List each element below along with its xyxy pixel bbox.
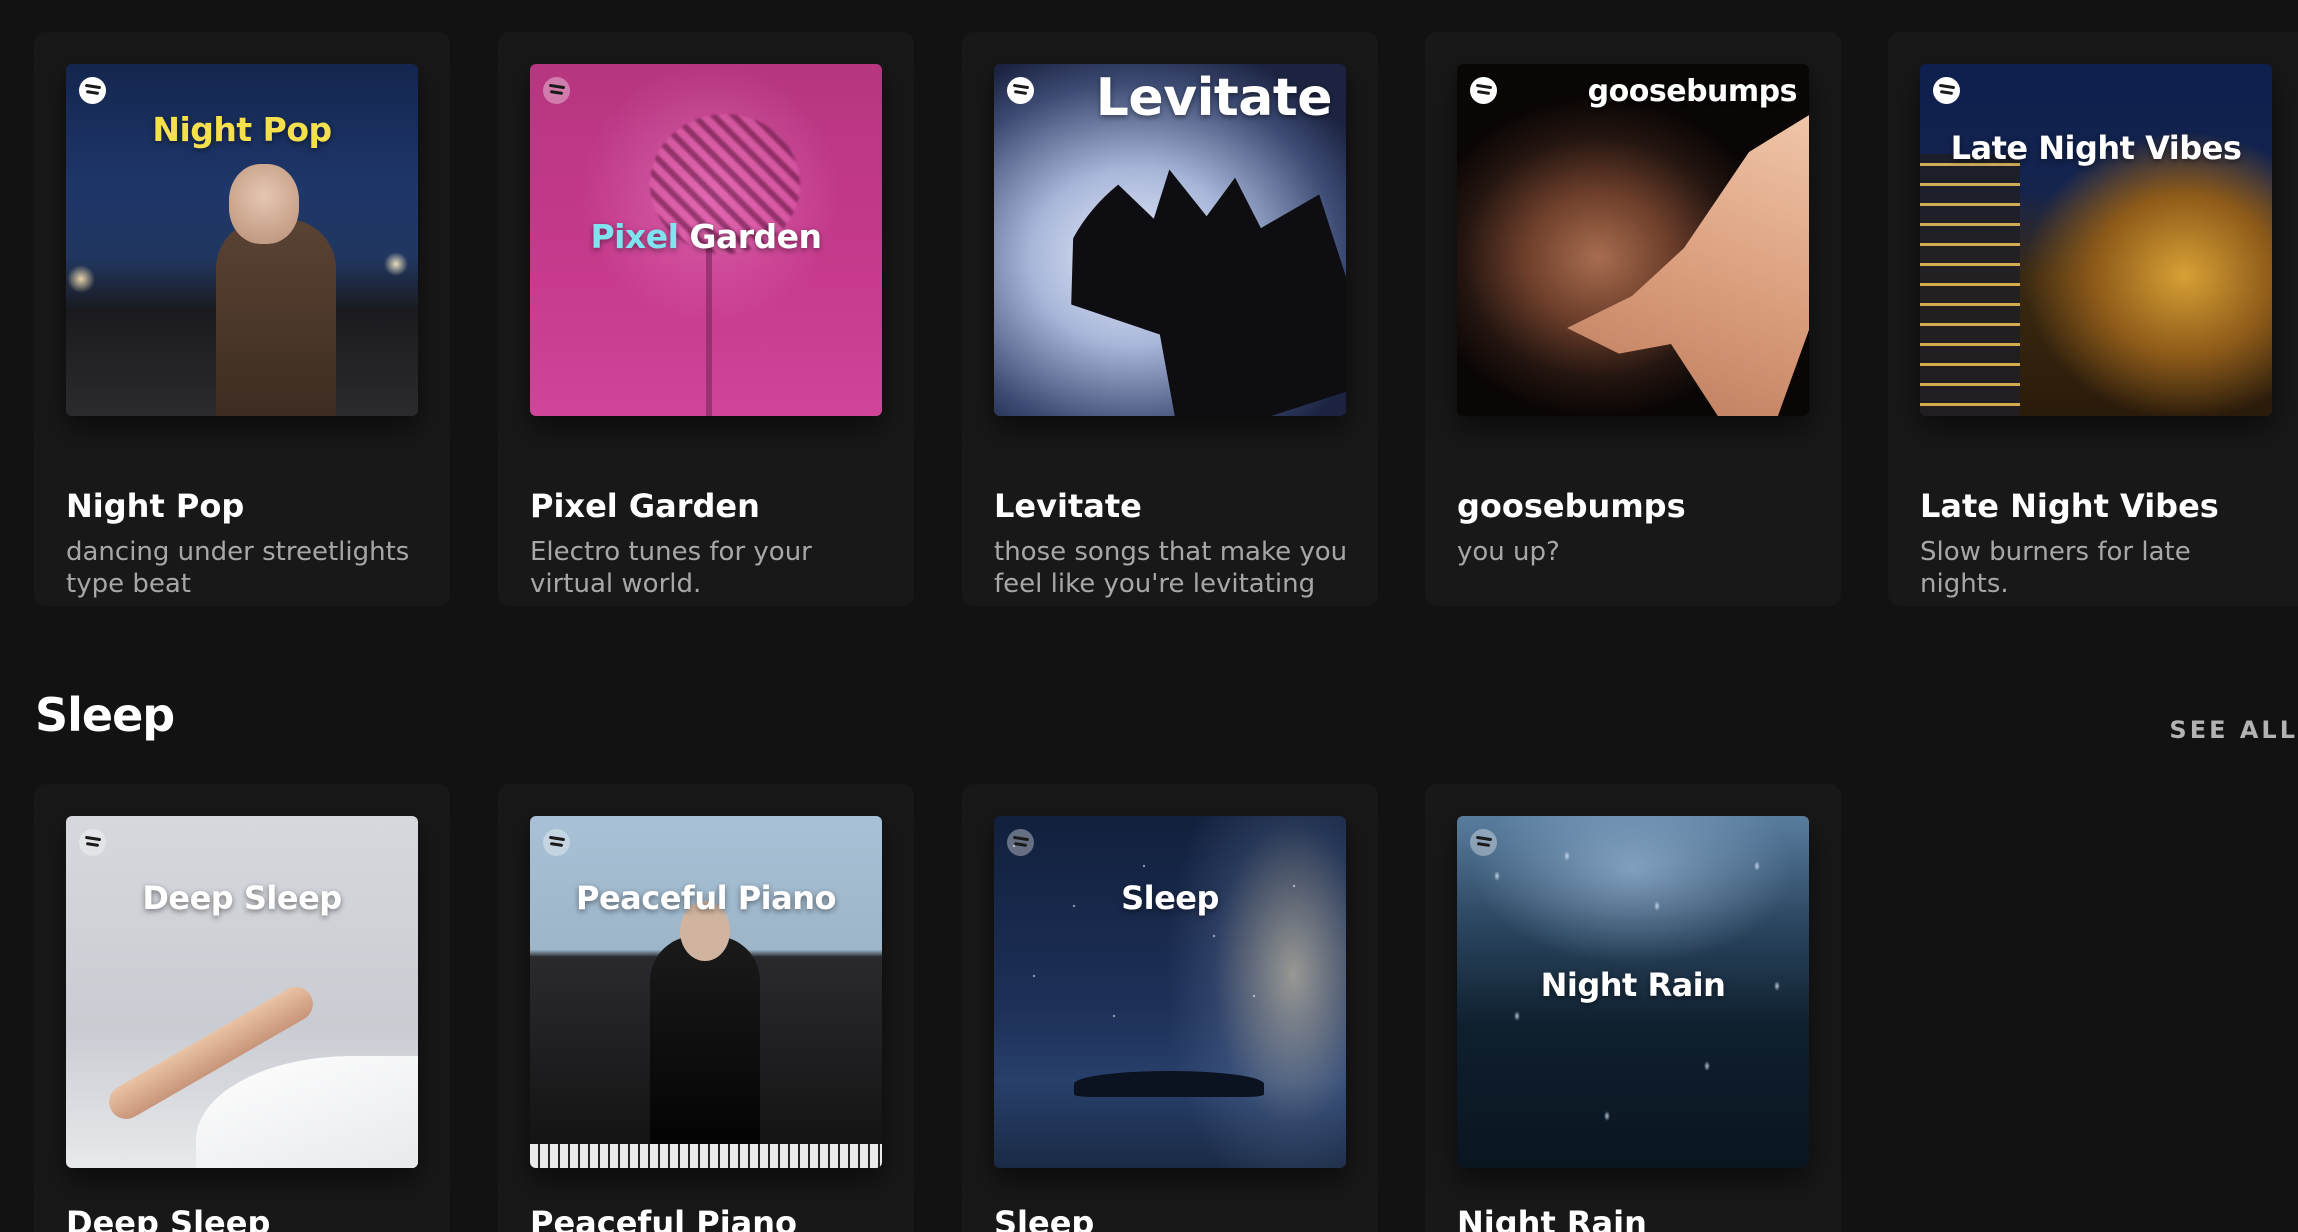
playlist-card-sleep[interactable]: Sleep Sleep — [962, 784, 1378, 1232]
playlist-cover-goosebumps: goosebumps — [1457, 64, 1809, 416]
playlist-description: Slow burners for late nights. — [1920, 537, 2191, 599]
spotify-logo-icon — [1470, 829, 1497, 856]
playlist-cover-deep-sleep: Deep Sleep — [66, 816, 418, 1168]
playlist-card-late-night-vibes[interactable]: Late Night Vibes Late Night Vibes Slow b… — [1888, 32, 2298, 606]
spotify-logo-icon — [1470, 77, 1497, 104]
playlist-title[interactable]: goosebumps — [1457, 487, 1817, 525]
cover-title: Pixel Garden — [530, 217, 882, 256]
playlist-description: those songs that make you feel like you'… — [994, 537, 1348, 599]
playlist-cover-pixel-garden: Pixel Garden — [530, 64, 882, 416]
cover-title: Levitate — [1095, 68, 1333, 128]
cover-title: Late Night Vibes — [1950, 129, 2242, 167]
cover-title: Sleep — [1121, 879, 1219, 917]
playlist-card-night-rain[interactable]: Night Rain Night Rain — [1425, 784, 1841, 1232]
playlist-cover-night-pop: Night Pop — [66, 64, 418, 416]
playlist-description: Electro tunes for your virtual world. — [530, 537, 812, 599]
browse-page: Night Pop Night Pop dancing under street… — [0, 0, 2298, 1232]
playlist-cover-levitate: Levitate — [994, 64, 1346, 416]
spotify-logo-icon — [543, 77, 570, 104]
cover-hand — [1567, 104, 1809, 416]
playlist-title[interactable]: Sleep — [994, 1204, 1354, 1232]
playlist-title[interactable]: Deep Sleep — [66, 1204, 426, 1232]
cover-figure — [216, 219, 336, 416]
see-all-link[interactable]: SEE ALL — [2169, 716, 2298, 744]
spotify-logo-icon — [1933, 77, 1960, 104]
playlist-card-levitate[interactable]: Levitate Levitate those songs that make … — [962, 32, 1378, 606]
playlist-cover-peaceful-piano: Peaceful Piano — [530, 816, 882, 1168]
playlist-card-peaceful-piano[interactable]: Peaceful Piano Peaceful Piano — [498, 784, 914, 1232]
spotify-logo-icon — [543, 829, 570, 856]
section-title-sleep[interactable]: Sleep — [35, 688, 175, 742]
cover-title: goosebumps — [1587, 74, 1798, 109]
cover-title: Night Rain — [1540, 966, 1726, 1004]
cover-building — [1920, 154, 2020, 416]
playlist-cover-sleep: Sleep — [994, 816, 1346, 1168]
playlist-title[interactable]: Night Rain — [1457, 1204, 1817, 1232]
cover-hand — [1008, 114, 1346, 416]
cover-pianist — [650, 936, 760, 1168]
cover-title: Deep Sleep — [142, 879, 342, 917]
cover-title-part-a: Pixel — [590, 217, 679, 256]
spotify-logo-icon — [1007, 829, 1034, 856]
cover-figure-head — [229, 164, 299, 244]
playlist-cover-night-rain: Night Rain — [1457, 816, 1809, 1168]
playlist-title[interactable]: Levitate — [994, 487, 1354, 525]
playlist-title[interactable]: Peaceful Piano — [530, 1204, 890, 1232]
playlist-description: dancing under streetlights type beat — [66, 537, 410, 599]
playlist-title[interactable]: Pixel Garden — [530, 487, 890, 525]
spotify-logo-icon — [1007, 77, 1034, 104]
cover-tree-trunk — [706, 244, 712, 416]
cover-title-part-b: Garden — [689, 217, 822, 256]
cover-island — [1074, 1071, 1264, 1097]
playlist-title[interactable]: Late Night Vibes — [1920, 487, 2280, 525]
cover-sheet — [196, 1056, 418, 1168]
playlist-card-pixel-garden[interactable]: Pixel Garden Pixel Garden Electro tunes … — [498, 32, 914, 606]
cover-stars — [994, 816, 1346, 1168]
cover-title: Peaceful Piano — [575, 879, 837, 917]
playlist-card-night-pop[interactable]: Night Pop Night Pop dancing under street… — [34, 32, 450, 606]
playlist-title[interactable]: Night Pop — [66, 487, 426, 525]
playlist-card-deep-sleep[interactable]: Deep Sleep Deep Sleep — [34, 784, 450, 1232]
cover-piano-keys — [530, 1144, 882, 1168]
spotify-logo-icon — [79, 77, 106, 104]
playlist-cover-late-night-vibes: Late Night Vibes — [1920, 64, 2272, 416]
playlist-card-goosebumps[interactable]: goosebumps goosebumps you up? — [1425, 32, 1841, 606]
spotify-logo-icon — [79, 829, 106, 856]
playlist-description: you up? — [1457, 537, 1560, 567]
cover-title: Night Pop — [152, 110, 332, 149]
